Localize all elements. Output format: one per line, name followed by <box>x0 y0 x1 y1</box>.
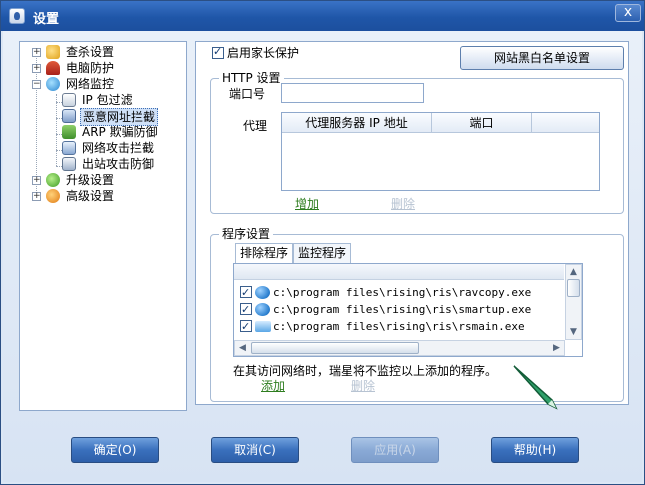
collapse-toggle[interactable]: − <box>32 80 41 89</box>
tab-excluded-programs[interactable]: 排除程序 <box>235 243 293 264</box>
proxy-add-link[interactable]: 增加 <box>295 195 319 212</box>
tree-item-upgrade-settings[interactable]: + 升级设置 <box>28 172 178 188</box>
program-window-icon <box>255 321 271 332</box>
arp-icon <box>62 125 76 139</box>
program-path: c:\program files\rising\ris\smartup.exe <box>273 303 532 316</box>
dialog-body: + 查杀设置 + 电脑防护 − 网络监控 IP 包过滤 恶意网址拦截 ARP 欺… <box>3 31 642 482</box>
globe-icon <box>46 77 60 91</box>
tree-connector <box>56 94 57 166</box>
proxy-delete-link[interactable]: 删除 <box>391 195 415 212</box>
program-delete-link[interactable]: 删除 <box>351 377 375 394</box>
http-settings-legend: HTTP 设置 <box>219 71 284 85</box>
expand-toggle[interactable]: + <box>32 48 41 57</box>
scroll-right-arrow-icon[interactable]: ▶ <box>553 343 560 353</box>
program-row-checkbox[interactable] <box>240 318 252 335</box>
tree-item-arp-defense[interactable]: ARP 欺骗防御 <box>58 124 178 140</box>
horizontal-scroll-thumb[interactable] <box>251 342 419 354</box>
port-label: 端口号 <box>229 87 266 101</box>
program-row-checkbox[interactable] <box>240 301 252 318</box>
port-input[interactable] <box>281 83 424 103</box>
program-list-header <box>234 264 564 280</box>
settings-window: 设置 x + 查杀设置 + 电脑防护 − 网络监控 IP 包过滤 恶意网址拦截 … <box>0 0 645 485</box>
tree-item-label: IP 包过滤 <box>82 93 133 107</box>
blank-column-header <box>532 113 599 133</box>
expand-toggle[interactable]: + <box>32 176 41 185</box>
tree-item-pc-protection[interactable]: + 电脑防护 <box>28 60 178 76</box>
tree-item-label: 出站攻击防御 <box>82 157 155 171</box>
tree-item-label: 网络攻击拦截 <box>82 141 155 155</box>
tree-item-attack-block[interactable]: 网络攻击拦截 <box>58 140 178 156</box>
ok-button[interactable]: 确定(O) <box>71 437 159 463</box>
pen-cursor-icon <box>513 365 558 410</box>
help-button[interactable]: 帮助(H) <box>491 437 579 463</box>
tab-monitored-programs[interactable]: 监控程序 <box>293 243 351 263</box>
scan-icon <box>46 45 60 59</box>
tree-item-label: 查杀设置 <box>66 45 115 59</box>
proxy-list[interactable]: 代理服务器 IP 地址 端口 <box>281 112 600 191</box>
program-globe-icon <box>255 286 270 299</box>
upgrade-icon <box>46 173 60 187</box>
proxy-port-column-header[interactable]: 端口 <box>432 113 532 133</box>
title-bar[interactable]: 设置 x <box>1 1 644 31</box>
program-add-link[interactable]: 添加 <box>261 377 285 394</box>
scroll-left-arrow-icon[interactable]: ◀ <box>239 343 246 353</box>
program-path: c:\program files\rising\ris\ravcopy.exe <box>273 286 532 299</box>
horizontal-scrollbar[interactable]: ◀ ▶ <box>234 340 565 356</box>
program-list[interactable]: c:\program files\rising\ris\ravcopy.exe … <box>233 263 583 357</box>
outbound-icon <box>62 157 76 171</box>
cancel-button[interactable]: 取消(C) <box>211 437 299 463</box>
tree-item-ip-filter[interactable]: IP 包过滤 <box>58 92 178 108</box>
network-attack-icon <box>62 141 76 155</box>
program-path: c:\program files\rising\ris\rsmain.exe <box>273 320 525 333</box>
parental-control-checkbox[interactable] <box>212 45 224 59</box>
tree-item-label: 电脑防护 <box>66 61 115 75</box>
vertical-scroll-thumb[interactable] <box>567 279 580 297</box>
expand-toggle[interactable]: + <box>32 64 41 73</box>
tree-item-outbound-defense[interactable]: 出站攻击防御 <box>58 156 178 172</box>
tree-item-malicious-url-block[interactable]: 恶意网址拦截 <box>58 108 178 126</box>
expand-toggle[interactable]: + <box>32 192 41 201</box>
scroll-down-arrow-icon[interactable]: ▼ <box>570 327 577 337</box>
settings-tree: + 查杀设置 + 电脑防护 − 网络监控 IP 包过滤 恶意网址拦截 ARP 欺… <box>19 41 187 411</box>
program-settings-legend: 程序设置 <box>219 227 274 241</box>
tree-item-scan-settings[interactable]: + 查杀设置 <box>28 44 178 60</box>
vertical-scrollbar[interactable]: ▲ ▼ <box>565 264 582 340</box>
parental-control-label: 启用家长保护 <box>227 46 300 60</box>
shield-icon <box>46 61 60 75</box>
settings-content-panel: 启用家长保护 网站黑白名单设置 HTTP 设置 端口号 代理 代理服务器 IP … <box>195 41 629 410</box>
apply-button[interactable]: 应用(A) <box>351 437 439 463</box>
tree-item-label: 高级设置 <box>66 189 115 203</box>
http-settings-group: HTTP 设置 端口号 代理 代理服务器 IP 地址 端口 增加 删除 <box>210 71 624 214</box>
web-block-icon <box>62 109 76 123</box>
program-row-checkbox[interactable] <box>240 284 252 301</box>
tree-item-label: ARP 欺骗防御 <box>82 125 158 139</box>
ip-filter-icon <box>62 93 76 107</box>
gear-icon <box>46 189 60 203</box>
whitelist-settings-button[interactable]: 网站黑白名单设置 <box>460 46 624 70</box>
tree-item-advanced-settings[interactable]: + 高级设置 <box>28 188 178 204</box>
proxy-ip-column-header[interactable]: 代理服务器 IP 地址 <box>282 113 432 133</box>
program-globe-icon <box>255 303 270 316</box>
app-shield-icon <box>9 8 25 24</box>
window-title: 设置 <box>33 12 60 27</box>
close-button[interactable]: x <box>615 4 641 22</box>
proxy-label: 代理 <box>243 119 268 133</box>
tree-item-label: 升级设置 <box>66 173 115 187</box>
tree-item-network-monitor[interactable]: − 网络监控 <box>28 76 178 92</box>
scroll-up-arrow-icon[interactable]: ▲ <box>570 267 577 277</box>
tree-item-label: 网络监控 <box>66 77 115 91</box>
